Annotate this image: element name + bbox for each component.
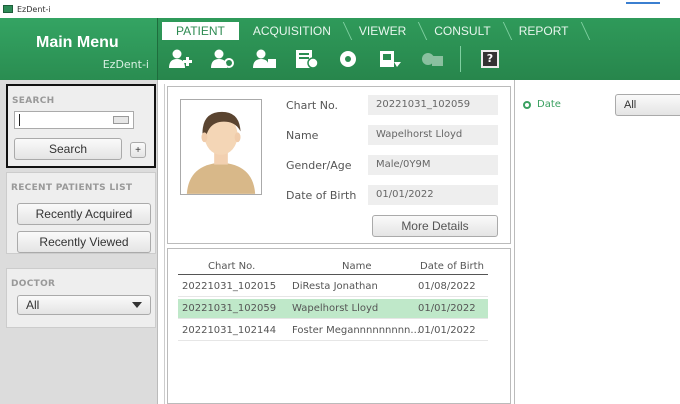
edit-patient-button[interactable] [204,45,240,73]
table-row-selected[interactable]: 20221031_102059 Wapelhorst Lloyd 01/01/2… [178,299,488,319]
add-patient-icon [169,49,192,68]
search-input[interactable] [14,111,134,129]
column-header-date-of-birth[interactable]: Date of Birth [420,261,484,272]
row-name: DiResta Jonathan [292,281,378,292]
recently-acquired-button[interactable]: Recently Acquired [17,203,151,225]
title-bar: EzDent-i [0,0,680,18]
delete-patient-button[interactable] [246,45,282,73]
recent-section-label: RECENT PATIENTS LIST [11,183,133,193]
date-filter-label: Date [537,99,561,110]
tab-acquisition[interactable]: ACQUISITION [239,22,345,40]
patient-card-button[interactable] [288,45,324,73]
tab-patient[interactable]: PATIENT [162,22,239,40]
text-caret [19,114,20,126]
patient-list-header: Chart No. Name Date of Birth [178,259,488,275]
chart-no-value: 20221031_102059 [368,95,498,115]
row-chart-no: 20221031_102059 [182,303,277,314]
export-icon [422,53,443,66]
row-name: Foster Megannnnnnnnn... [292,325,420,336]
header-bar: Main Menu EzDent-i PATIENT ACQUISITION V… [0,18,680,80]
row-chart-no: 20221031_102015 [182,281,277,292]
column-header-name[interactable]: Name [342,261,372,272]
patient-list: Chart No. Name Date of Birth 20221031_10… [167,248,511,404]
row-date-of-birth: 01/01/2022 [418,325,476,336]
main-menu-subtitle: EzDent-i [102,58,149,71]
date-filter-select[interactable]: All [615,94,680,116]
date-radio-button[interactable] [523,101,531,109]
sidebar: SEARCH Search + RECENT PATIENTS LIST Rec… [0,80,158,404]
help-button[interactable]: ? [481,50,499,68]
patient-info-card: Chart No. 20221031_102059 Name Wapelhors… [167,86,511,244]
acquisition-date-panel: Date All [514,80,680,404]
doctor-section-label: DOCTOR [11,279,56,289]
module-tabs: PATIENT ACQUISITION VIEWER CONSULT REPOR… [162,22,583,40]
search-section-label: SEARCH [12,96,55,106]
recently-viewed-button[interactable]: Recently Viewed [17,231,151,253]
column-header-chart-no[interactable]: Chart No. [208,261,255,272]
tab-report[interactable]: REPORT [505,22,583,40]
main-menu-button[interactable]: Main Menu EzDent-i [0,18,158,80]
name-value: Wapelhorst Lloyd [368,125,498,145]
chart-no-label: Chart No. [286,99,338,112]
more-details-button[interactable]: More Details [372,215,498,237]
table-row[interactable]: 20221031_102015 DiResta Jonathan 01/08/2… [178,277,488,297]
row-date-of-birth: 01/08/2022 [418,281,476,292]
export-button[interactable] [414,45,450,73]
edit-patient-icon [211,49,234,68]
table-row[interactable]: 20221031_102144 Foster Megannnnnnnnn... … [178,321,488,341]
patient-avatar [180,99,262,195]
window-title: EzDent-i [17,4,51,14]
search-button[interactable]: Search [14,138,122,160]
name-label: Name [286,129,319,142]
person-avatar-icon [186,111,256,194]
advanced-search-button[interactable]: + [130,142,146,158]
doctor-selected-value: All [26,298,40,312]
gender-age-value: Male/0Y9M [368,155,498,175]
row-chart-no: 20221031_102144 [182,325,277,336]
network-button[interactable] [330,45,366,73]
row-date-of-birth: 01/01/2022 [418,303,476,314]
delete-patient-icon [253,49,276,68]
patient-area: Chart No. 20221031_102059 Name Wapelhors… [164,84,512,404]
app-icon [3,5,13,13]
import-icon [380,51,401,67]
row-name: Wapelhorst Lloyd [292,303,379,314]
date-of-birth-value: 01/01/2022 [368,185,498,205]
search-panel: SEARCH Search + [6,84,156,168]
recent-patients-panel: RECENT PATIENTS LIST Recently Acquired R… [6,172,156,254]
date-of-birth-label: Date of Birth [286,189,357,202]
add-patient-button[interactable] [162,45,198,73]
window-control-accent [626,2,660,4]
main-menu-title: Main Menu [36,34,119,51]
doctor-select[interactable]: All [17,295,151,315]
doctor-panel: DOCTOR All [6,268,156,328]
import-button[interactable] [372,45,408,73]
toolbar-divider [460,46,461,72]
gender-age-label: Gender/Age [286,159,352,172]
chevron-down-icon [132,302,142,308]
tab-consult[interactable]: CONSULT [420,22,504,40]
patient-toolbar: ? [162,44,499,74]
keyboard-icon[interactable] [113,116,129,124]
patient-card-icon [296,50,319,69]
tab-viewer[interactable]: VIEWER [345,22,420,40]
network-icon [340,51,356,67]
